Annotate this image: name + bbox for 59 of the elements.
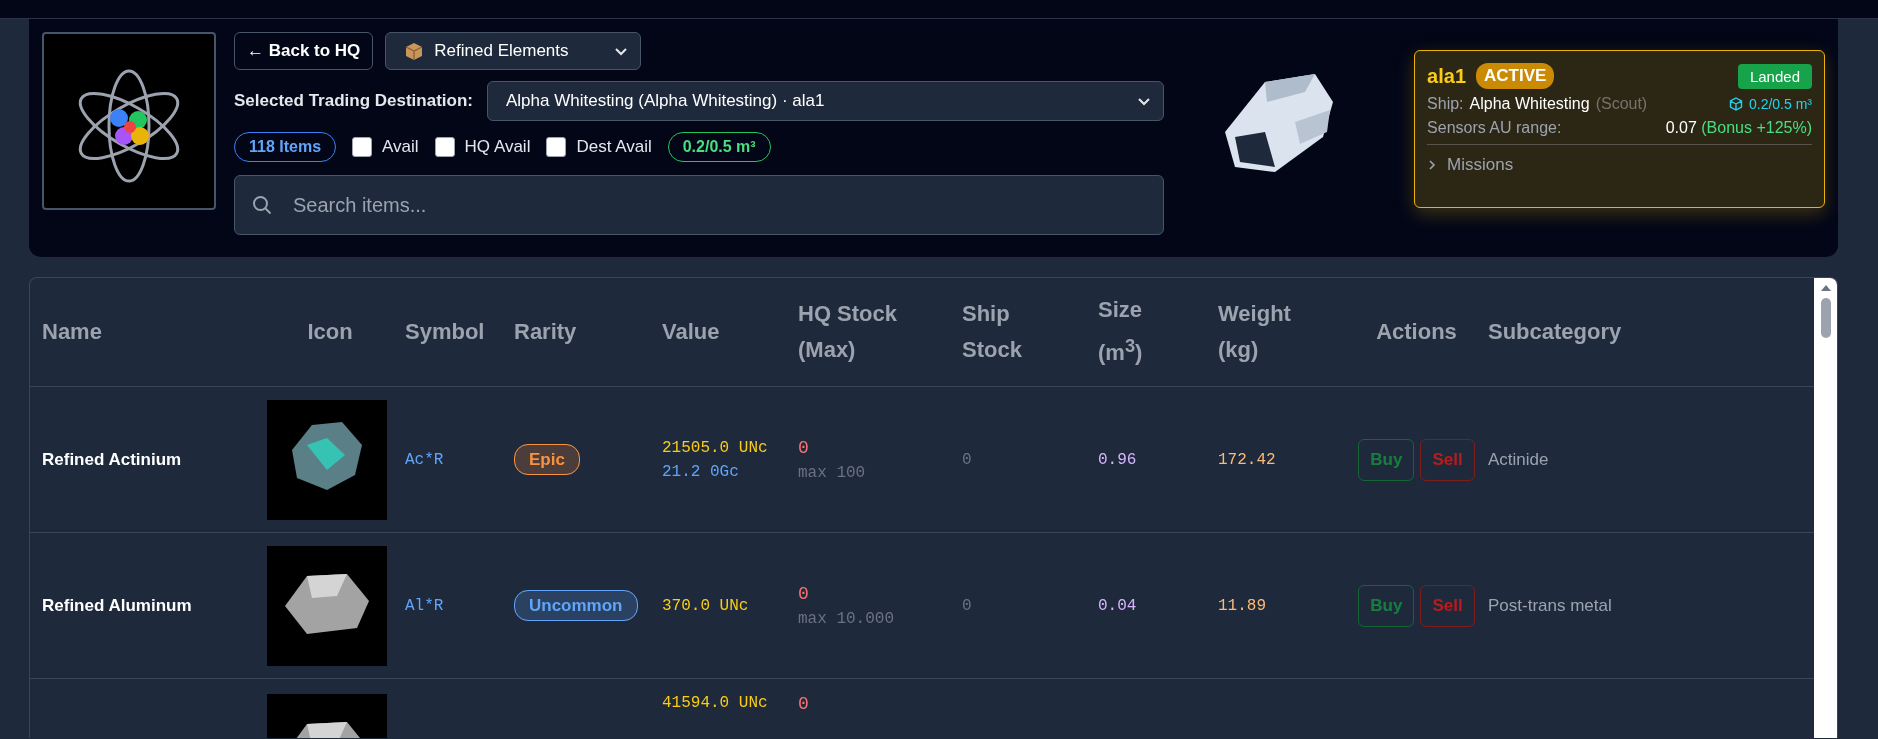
column-header: Icon xyxy=(306,318,354,346)
filter-checkbox[interactable]: HQ Avail xyxy=(434,137,531,157)
value-unc: 41594.0 UNc xyxy=(662,694,769,712)
column-header: Name xyxy=(42,318,103,346)
ship-name: Alpha Whitesting xyxy=(1469,95,1590,113)
scroll-up-icon[interactable] xyxy=(1819,284,1832,292)
item-weight: 11.89 xyxy=(1218,597,1266,615)
column-header: Rarity xyxy=(514,318,578,346)
column-header: Actions xyxy=(1375,318,1458,346)
ship-class: (Scout) xyxy=(1595,95,1648,113)
scroll-thumb[interactable] xyxy=(1820,298,1831,338)
status-badge: ACTIVE xyxy=(1476,63,1555,89)
value-gc: 21.2 0Gc xyxy=(662,462,740,481)
column-header: Symbol xyxy=(405,318,486,346)
column-header: Weight (kg) xyxy=(1218,300,1292,364)
item-symbol: Ac*R xyxy=(405,451,444,469)
item-size: 0.96 xyxy=(1098,451,1137,469)
item-name: Refined Actinium xyxy=(42,449,182,469)
sensors-value: 0.07 xyxy=(1665,119,1697,136)
location-badge: Landed xyxy=(1737,63,1812,89)
cube-icon xyxy=(1728,97,1743,111)
item-weight: 172.42 xyxy=(1218,451,1276,469)
column-header: HQ Stock (Max) xyxy=(798,300,899,364)
rarity-badge: Epic xyxy=(514,443,580,475)
sensors-bonus: (Bonus +125%) xyxy=(1701,119,1812,136)
column-header: Subcategory xyxy=(1488,318,1623,346)
box-icon xyxy=(404,41,425,61)
filter-checkbox[interactable]: Avail xyxy=(352,137,419,157)
destination-label: Selected Trading Destination: xyxy=(234,91,473,111)
back-button[interactable]: ← Back to HQ xyxy=(234,32,374,70)
hq-stock: 0 xyxy=(798,694,810,714)
item-symbol: Al*R xyxy=(405,597,444,615)
search-field[interactable]: Search items... xyxy=(234,175,1164,235)
ship-label: Ship: xyxy=(1427,95,1464,113)
destination-select[interactable]: Alpha Whitesting (Alpha Whitesting) · ala1 xyxy=(487,81,1164,121)
ship-stock: 0 xyxy=(962,597,972,615)
hq-stock: 0 xyxy=(798,437,810,458)
column-header: Size (m$^{3}$) xyxy=(1098,296,1144,368)
column-header: Ship Stock xyxy=(962,300,1023,364)
item-subcategory: Post-trans metal xyxy=(1488,595,1612,615)
filter-checkbox[interactable]: Dest Avail xyxy=(546,137,652,157)
item-subcategory: Actinide xyxy=(1488,449,1549,469)
rarity-badge: Uncommon xyxy=(514,589,638,621)
value-unc: 370.0 UNc xyxy=(662,596,750,615)
ship-stock: 0 xyxy=(962,451,972,469)
hq-max: max 10.000 xyxy=(798,609,895,628)
cargo-capacity: 0.2/0.5 m³ xyxy=(1748,96,1812,112)
item-size: 0.04 xyxy=(1098,597,1137,615)
column-header: Value xyxy=(662,318,721,346)
search-icon xyxy=(252,195,272,215)
category-select[interactable]: Refined Elements xyxy=(385,32,642,70)
scrollbar[interactable] xyxy=(1814,278,1837,738)
value-unc: 21505.0 UNc xyxy=(662,438,769,457)
missions-toggle[interactable]: Missions xyxy=(1427,145,1812,175)
sensors-label: Sensors AU range: xyxy=(1427,119,1562,137)
item-name: Refined Aluminum xyxy=(42,595,192,615)
ship-callsign: ala1 xyxy=(1427,64,1467,88)
hq-max: max 100 xyxy=(798,463,867,482)
hq-stock: 0 xyxy=(798,583,810,604)
